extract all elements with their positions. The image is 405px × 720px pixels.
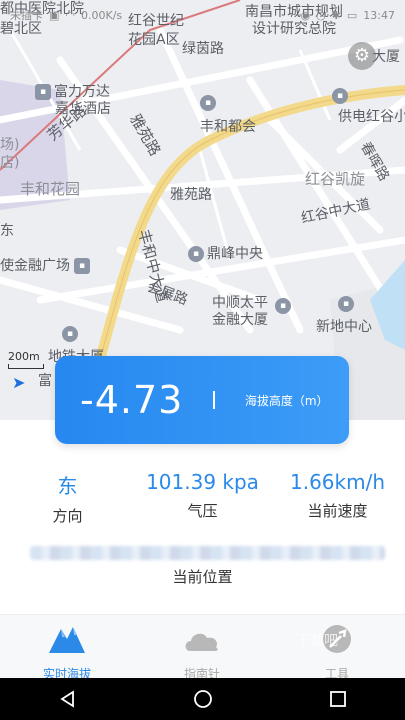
- map-road-label: 雅苑路: [170, 187, 212, 203]
- building-icon: ▪: [275, 298, 291, 314]
- map-label: 富: [38, 373, 52, 389]
- metric-pressure: 101.39 kpa 气压: [140, 470, 265, 521]
- home-circle-icon: [193, 690, 212, 708]
- map-poi-label: ▪: [200, 95, 219, 111]
- tab-altitude[interactable]: 实时海拔: [17, 623, 117, 682]
- map-settings-button[interactable]: ⚙: [348, 42, 376, 70]
- carrier-text: 未插卡: [10, 9, 43, 22]
- speed-value: 1.66km/h: [289, 470, 385, 494]
- gear-icon: ⚙: [353, 45, 371, 66]
- map-label: 金融大厦: [212, 312, 268, 328]
- metric-speed: 1.66km/h 当前速度: [285, 470, 390, 521]
- map-poi-label: 供电红谷小: [338, 109, 405, 125]
- map-label: 丰和花园: [20, 180, 81, 198]
- map-label: 东: [0, 223, 14, 239]
- home-button[interactable]: [191, 687, 215, 711]
- alarm-icon: ◷: [316, 8, 326, 22]
- building-icon: ▪: [188, 246, 204, 262]
- map-label: 中顺太平: [212, 295, 268, 311]
- scale-label: 200m: [8, 350, 40, 363]
- map-poi-label: ▪: [275, 298, 294, 314]
- bottom-tab-bar: 实时海拔 指南针 工具: [0, 614, 405, 681]
- altitude-label: 海拔高度（m）: [244, 393, 329, 408]
- recents-button[interactable]: [326, 687, 350, 711]
- map-label: 绿茵路: [182, 41, 224, 57]
- location-arrow-icon: ➤: [12, 373, 26, 392]
- map-scale-bar: 200m: [8, 350, 44, 369]
- speed-label: 当前速度: [307, 502, 368, 520]
- wifi-icon: ◠: [65, 8, 76, 22]
- map-poi-label: ▪: [338, 296, 357, 312]
- direction-value: 东: [57, 474, 78, 498]
- location-status-icon: ◉: [300, 8, 311, 22]
- back-button[interactable]: [56, 687, 80, 711]
- pressure-value: 101.39 kpa: [146, 470, 259, 494]
- bluetooth-icon: ✱: [331, 8, 341, 22]
- tab-compass[interactable]: 指南针: [152, 623, 252, 682]
- clock-time: 13:47: [363, 8, 395, 22]
- map-poi-label: 使金融广场 ▪: [0, 258, 93, 274]
- building-icon: ▪: [338, 296, 354, 312]
- direction-label: 方向: [52, 507, 83, 525]
- scale-line: [8, 364, 44, 369]
- map-poi-label: ▪: [62, 326, 81, 342]
- map-poi-label: ▪ 富力万达: [35, 84, 110, 100]
- network-speed: 0.00K/s: [81, 8, 123, 22]
- building-icon: ▪: [74, 258, 90, 274]
- battery-icon: ▭: [346, 8, 358, 22]
- metrics-row: 东 方向 101.39 kpa 气压 1.66km/h 当前速度: [0, 470, 405, 530]
- map-label: 新地中心: [316, 319, 372, 335]
- building-icon: ▪: [200, 95, 216, 111]
- altitude-divider: [213, 391, 215, 409]
- altitude-card: -4.73 海拔高度（m）: [55, 356, 349, 444]
- map-label: 丰和都会: [200, 119, 256, 135]
- pressure-label: 气压: [187, 502, 218, 520]
- map-label: 花园A区: [128, 32, 180, 48]
- map-label: 红谷凯旋: [305, 170, 366, 188]
- school-icon: ▪: [332, 88, 348, 104]
- map-label: 店): [0, 155, 20, 171]
- building-icon: ▪: [62, 326, 78, 342]
- mountain-icon: [49, 627, 85, 653]
- recents-square-icon: [329, 691, 346, 707]
- altitude-value: -4.73: [80, 378, 184, 422]
- status-bar: 未插卡 ▣ ◠ 0.00K/s ◉ ◷ ✱ ▭ 13:47: [0, 0, 405, 30]
- hotel-icon: ▪: [35, 84, 51, 100]
- cloud-icon: [185, 633, 218, 651]
- address-value-blurred: [30, 546, 385, 560]
- back-triangle-icon: [59, 690, 74, 708]
- map-poi-label: ▪: [332, 88, 351, 104]
- sim-icon: ▣: [49, 8, 60, 22]
- current-location-label: 当前位置: [172, 568, 233, 586]
- metric-direction: 东 方向: [40, 470, 95, 526]
- map-label: 大厦: [372, 49, 400, 65]
- map-label: 场): [0, 137, 20, 153]
- map-poi-label: ▪ 鼎峰中央: [188, 246, 263, 262]
- watermark-text: 下载吧: [296, 633, 338, 649]
- android-nav-bar: [0, 678, 405, 720]
